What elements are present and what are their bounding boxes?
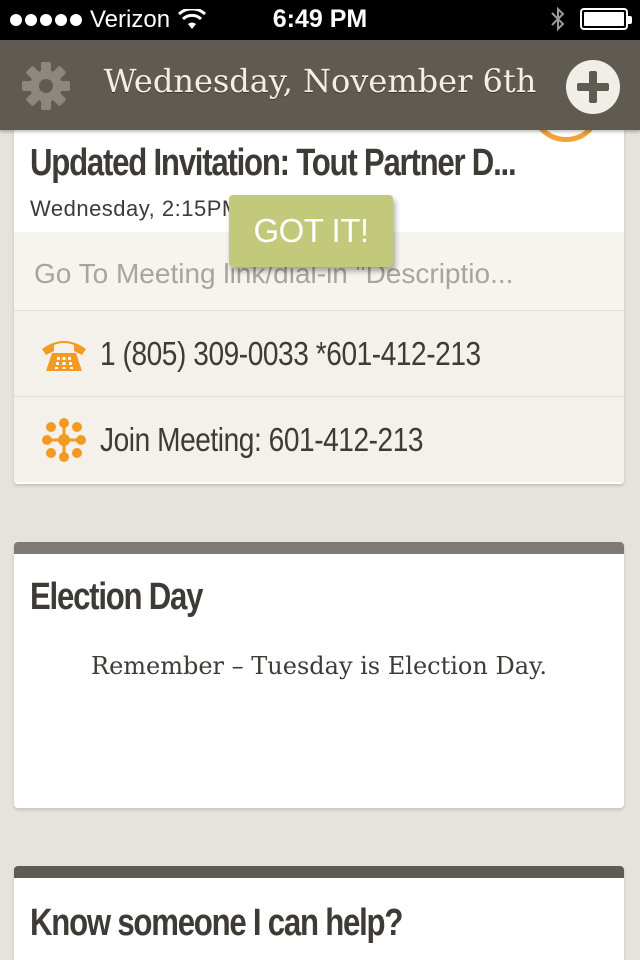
- card-top-bar: [14, 542, 624, 554]
- event-card[interactable]: Updated Invitation: Tout Partner D... We…: [14, 110, 624, 484]
- phone-icon: [36, 326, 92, 382]
- status-right: [550, 6, 632, 32]
- dial-in-number: 1 (805) 309-0033 *601-412-213: [100, 334, 481, 372]
- got-it-button[interactable]: GOT IT!: [229, 195, 393, 267]
- bluetooth-icon: [551, 6, 565, 32]
- event-title: Updated Invitation: Tout Partner D...: [30, 142, 517, 184]
- dial-in-row[interactable]: 1 (805) 309-0033 *601-412-213: [14, 310, 624, 396]
- app-header: Wednesday, November 6th: [0, 40, 640, 130]
- add-button[interactable]: [566, 60, 620, 114]
- card-top-bar: [14, 866, 624, 878]
- status-time: 6:49 PM: [272, 5, 368, 33]
- gotomeeting-flower-icon: [36, 412, 92, 468]
- join-meeting-label: Join Meeting: 601-412-213: [100, 420, 424, 458]
- reminder-card: Election Day Remember – Tuesday is Elect…: [14, 542, 624, 808]
- help-title: Know someone I can help?: [30, 902, 403, 944]
- join-meeting-row[interactable]: Join Meeting: 601-412-213: [14, 396, 624, 482]
- battery-icon: [580, 8, 632, 30]
- reminder-message: Remember – Tuesday is Election Day.: [91, 652, 547, 680]
- help-card[interactable]: Know someone I can help?: [14, 866, 624, 960]
- header-date-title: Wednesday, November 6th: [103, 62, 537, 100]
- battery-fill: [584, 12, 624, 26]
- gear-icon[interactable]: [20, 60, 72, 112]
- status-bar: Verizon 6:49 PM: [0, 0, 640, 40]
- reminder-title: Election Day: [30, 576, 203, 618]
